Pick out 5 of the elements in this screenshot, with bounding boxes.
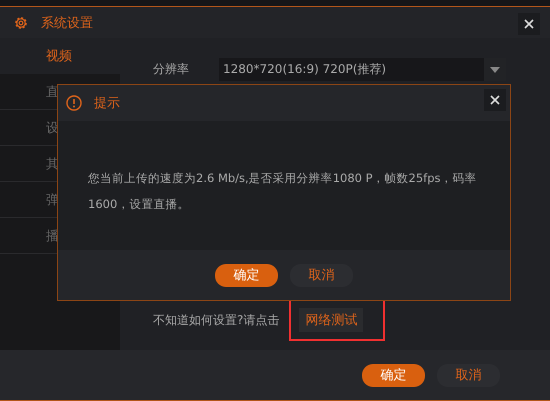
dialog-title: 提示 [94,95,120,112]
window-title: 系统设置 [41,14,93,32]
resolution-label: 分辨率 [153,61,189,78]
help-text: 不知道如何设置?请点击 [153,312,280,328]
dialog-message: 您当前上传的速度为2.6 Mb/s,是否采用分辨率1080 P，帧数25fps，码率1600，设置直播。 [88,170,478,213]
